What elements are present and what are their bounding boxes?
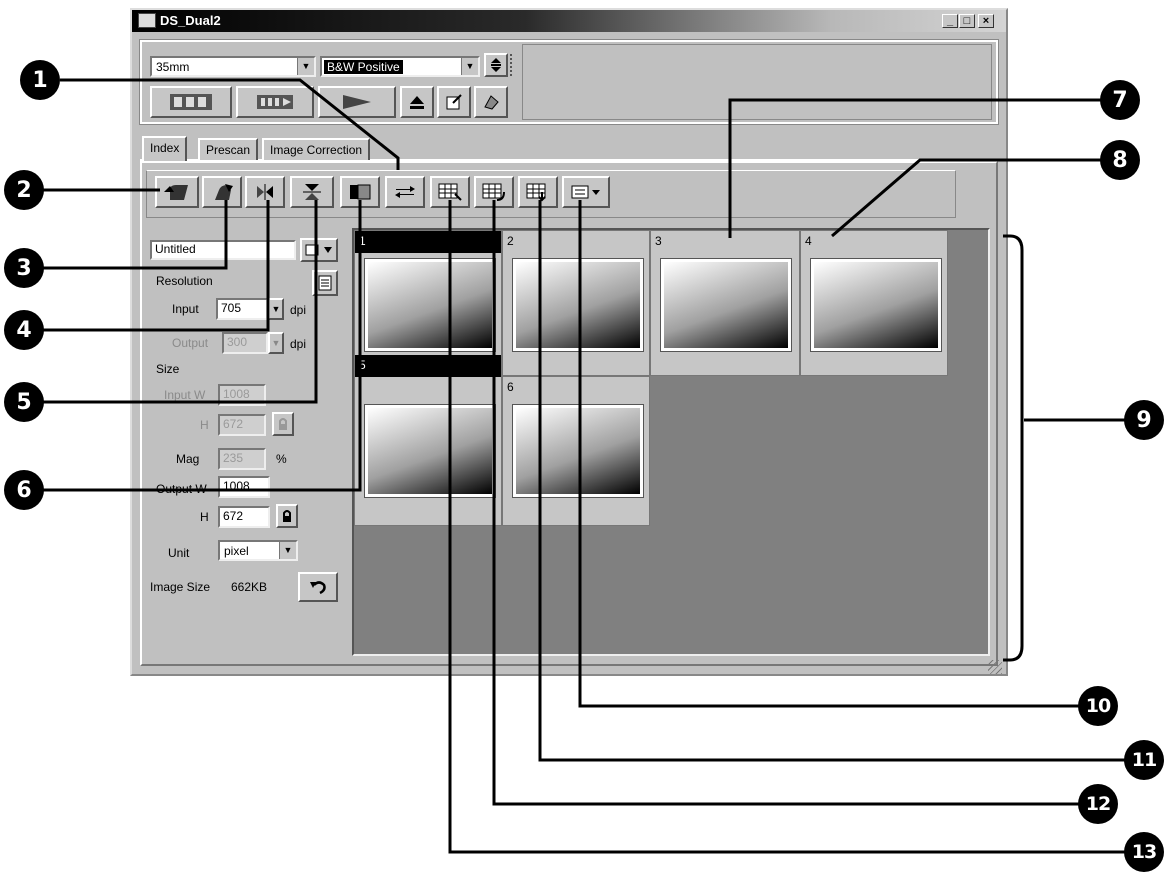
leader-line-13 [448, 200, 1128, 854]
callout-marker-11: 11 [1124, 740, 1164, 780]
callout-marker-10: 10 [1078, 686, 1118, 726]
leader-line-6 [40, 200, 362, 492]
callout-marker-13: 13 [1124, 832, 1164, 872]
leader-line-11 [538, 200, 1128, 762]
leader-line-1 [60, 78, 400, 170]
callout-leader-lines [40, 78, 1128, 854]
leader-line-5 [40, 200, 318, 404]
callout-marker-1: 1 [20, 60, 60, 100]
leader-line-12 [492, 200, 1082, 806]
leader-line-10 [578, 200, 1082, 708]
callout-marker-8: 8 [1100, 140, 1140, 180]
callout-marker-7: 7 [1100, 80, 1140, 120]
callout-marker-2: 2 [4, 170, 44, 210]
leader-line-7 [728, 98, 1104, 238]
leader-line-4 [40, 200, 270, 332]
bracket-9 [1003, 234, 1024, 662]
callout-marker-12: 12 [1078, 784, 1118, 824]
callout-marker-6: 6 [4, 470, 44, 510]
callout-marker-5: 5 [4, 382, 44, 422]
leader-line-8 [831, 158, 1104, 238]
leader-line-3 [40, 200, 228, 270]
callout-marker-9: 9 [1124, 400, 1164, 440]
callout-marker-3: 3 [4, 248, 44, 288]
callout-marker-4: 4 [4, 310, 44, 350]
